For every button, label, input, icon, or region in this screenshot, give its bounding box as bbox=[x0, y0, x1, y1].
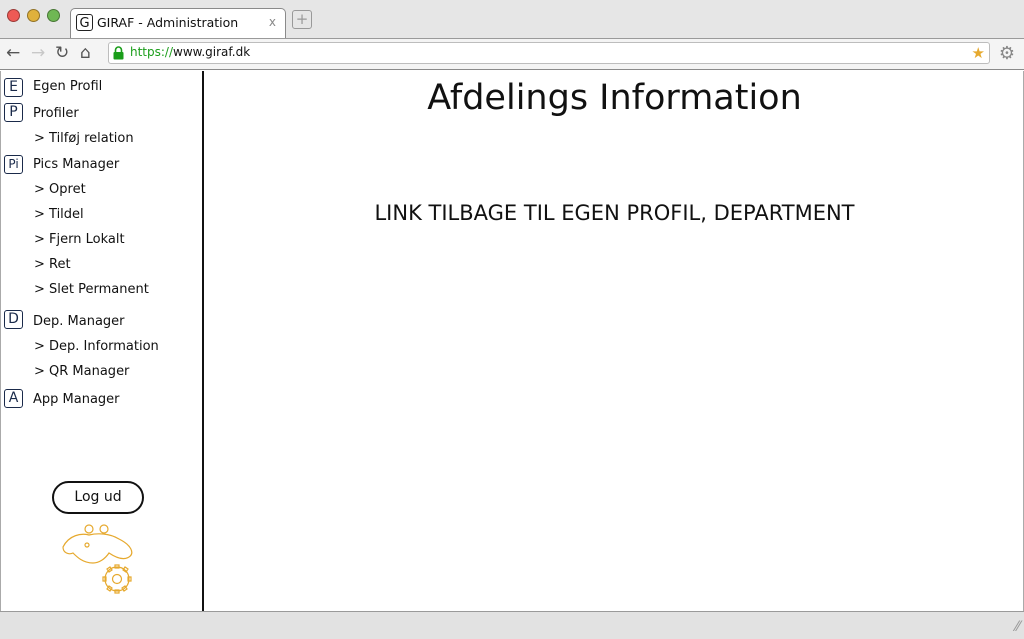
sidebar-subitem-tildel[interactable]: > Tildel bbox=[34, 207, 84, 223]
sidebar-item-label: Egen Profil bbox=[33, 79, 103, 94]
sidebar-item-label: Pics Manager bbox=[33, 157, 120, 172]
sidebar-item-label: Profiler bbox=[33, 106, 79, 121]
pics-manager-icon: Pi bbox=[4, 155, 23, 174]
browser-titlebar: G GIRAF - Administration x + bbox=[0, 0, 1024, 39]
sidebar-subitem-tilfoj-relation[interactable]: > Tilføj relation bbox=[34, 131, 134, 147]
minimize-window-button[interactable] bbox=[27, 9, 40, 22]
tab-close-icon[interactable]: x bbox=[269, 15, 276, 29]
address-bar[interactable]: https://www.giraf.dk ★ bbox=[108, 42, 990, 64]
sidebar-subitem-ret[interactable]: > Ret bbox=[34, 257, 71, 273]
sidebar-subitem-opret[interactable]: > Opret bbox=[34, 182, 86, 198]
browser-settings-icon[interactable]: ⚙ bbox=[999, 43, 1015, 64]
bookmark-star-icon[interactable]: ★ bbox=[972, 44, 985, 62]
page-viewport: E Egen Profil P Profiler > Tilføj relati… bbox=[0, 71, 1024, 611]
profiler-icon: P bbox=[4, 103, 23, 122]
page-title: Afdelings Information bbox=[427, 78, 802, 118]
sidebar-subitem-slet-permanent[interactable]: > Slet Permanent bbox=[34, 282, 149, 298]
main-content: Afdelings Information LINK TILBAGE TIL E… bbox=[206, 71, 1023, 611]
home-icon[interactable]: ⌂ bbox=[80, 43, 91, 63]
browser-navbar: ← → ↻ ⌂ https://www.giraf.dk ★ ⚙ bbox=[0, 39, 1024, 70]
app-manager-icon: A bbox=[4, 389, 23, 408]
url-text: https://www.giraf.dk bbox=[130, 45, 251, 59]
close-window-button[interactable] bbox=[7, 9, 20, 22]
sidebar-subitem-fjern-lokalt[interactable]: > Fjern Lokalt bbox=[34, 232, 125, 248]
sidebar-item-label: Dep. Manager bbox=[33, 314, 125, 329]
sidebar: E Egen Profil P Profiler > Tilføj relati… bbox=[1, 71, 204, 611]
browser-tab[interactable]: G GIRAF - Administration x bbox=[70, 8, 286, 38]
maximize-window-button[interactable] bbox=[47, 9, 60, 22]
sidebar-subitem-dep-information[interactable]: > Dep. Information bbox=[34, 339, 159, 355]
egen-profil-icon: E bbox=[4, 78, 23, 97]
logout-button[interactable]: Log ud bbox=[52, 481, 144, 514]
giraf-favicon-icon: G bbox=[76, 14, 93, 31]
browser-statusbar: ⁄⁄ bbox=[0, 611, 1024, 639]
back-to-profile-link[interactable]: LINK TILBAGE TIL EGEN PROFIL, DEPARTMENT bbox=[206, 201, 1023, 225]
new-tab-button[interactable]: + bbox=[292, 10, 312, 29]
forward-icon[interactable]: → bbox=[31, 43, 45, 63]
giraf-logo-icon bbox=[62, 524, 133, 594]
reload-icon[interactable]: ↻ bbox=[55, 43, 69, 63]
dep-manager-icon: D bbox=[4, 310, 23, 329]
sidebar-subitem-qr-manager[interactable]: > QR Manager bbox=[34, 364, 129, 380]
sidebar-item-label: App Manager bbox=[33, 392, 120, 407]
back-icon[interactable]: ← bbox=[6, 43, 20, 63]
lock-icon bbox=[113, 46, 124, 60]
tab-title: GIRAF - Administration bbox=[97, 15, 239, 30]
resize-grip-icon[interactable]: ⁄⁄ bbox=[1015, 619, 1020, 635]
